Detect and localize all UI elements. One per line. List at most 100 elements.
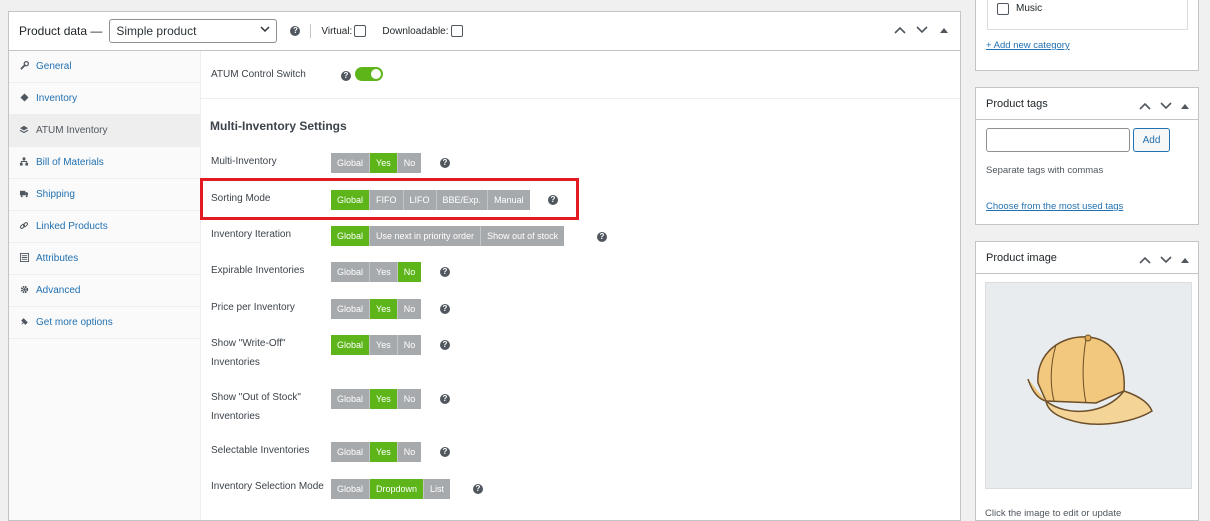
- tab-attributes[interactable]: Attributes: [9, 243, 200, 275]
- option-yes[interactable]: Yes: [370, 442, 398, 462]
- tab-label: ATUM Inventory: [36, 125, 108, 136]
- option-use-next-in-priority-order[interactable]: Use next in priority order: [370, 226, 482, 246]
- option-no[interactable]: No: [397, 335, 422, 355]
- product-tags-box: Product tags Add Separate tags with comm…: [975, 87, 1199, 225]
- option-list[interactable]: List: [424, 479, 451, 499]
- divider: [201, 98, 960, 99]
- setting-label-show-out-of-stock: Show "Out of Stock": [211, 392, 301, 403]
- option-no[interactable]: No: [397, 389, 422, 409]
- tab-atum-inventory[interactable]: ATUM Inventory: [9, 115, 200, 147]
- option-show-out-of-stock[interactable]: Show out of stock: [481, 226, 565, 246]
- option-global[interactable]: Global: [331, 335, 371, 355]
- panel-controls: [894, 24, 950, 36]
- product-image-header: Product image: [976, 242, 1198, 274]
- tab-advanced[interactable]: Advanced: [9, 275, 200, 307]
- option-no[interactable]: No: [397, 153, 422, 173]
- truck-icon: [19, 189, 29, 200]
- virtual-checkbox[interactable]: [354, 25, 367, 37]
- downloadable-option[interactable]: Downloadable:: [382, 25, 463, 37]
- downloadable-checkbox[interactable]: [450, 25, 463, 37]
- help-icon[interactable]: ?: [290, 26, 301, 36]
- option-no[interactable]: No: [397, 262, 422, 282]
- move-up-icon[interactable]: [1139, 97, 1151, 115]
- control-switch-toggle[interactable]: [355, 67, 383, 81]
- option-global[interactable]: Global: [331, 262, 371, 282]
- help-icon[interactable]: ?: [473, 484, 483, 494]
- product-type-select[interactable]: Simple product: [109, 19, 278, 43]
- move-down-icon[interactable]: [916, 24, 928, 36]
- product-data-tabs: General Inventory ATUM Inventory Bill of…: [9, 51, 201, 520]
- option-dropdown[interactable]: Dropdown: [370, 479, 425, 499]
- option-global[interactable]: Global: [331, 479, 371, 499]
- layers-icon: [19, 125, 29, 136]
- help-icon[interactable]: ?: [341, 71, 351, 81]
- product-data-title: Product data —: [19, 24, 103, 38]
- option-global[interactable]: Global: [331, 389, 371, 409]
- category-label: Music: [1016, 3, 1043, 14]
- link-icon: [19, 221, 29, 232]
- option-yes[interactable]: Yes: [370, 335, 398, 355]
- tab-label: General: [36, 61, 72, 72]
- move-up-icon[interactable]: [1139, 251, 1151, 269]
- virtual-option[interactable]: Virtual:: [321, 25, 367, 37]
- tab-inventory[interactable]: Inventory: [9, 83, 200, 115]
- category-checkbox[interactable]: [997, 3, 1009, 15]
- choose-tags-link[interactable]: Choose from the most used tags: [986, 201, 1123, 212]
- option-global[interactable]: Global: [331, 299, 371, 319]
- option-yes[interactable]: Yes: [370, 389, 398, 409]
- tab-bill-of-materials[interactable]: Bill of Materials: [9, 147, 200, 179]
- setting-label-selectable-inventories: Selectable Inventories: [211, 445, 310, 456]
- help-icon[interactable]: ?: [440, 340, 450, 350]
- list-icon: [19, 253, 29, 264]
- help-icon[interactable]: ?: [440, 394, 450, 404]
- option-global[interactable]: Global: [331, 153, 371, 173]
- setting-label-expirable-inventories: Expirable Inventories: [211, 265, 305, 276]
- tab-general[interactable]: General: [9, 51, 200, 83]
- help-icon[interactable]: ?: [440, 304, 450, 314]
- add-tag-button[interactable]: Add: [1133, 128, 1170, 152]
- box-controls: [1139, 251, 1189, 269]
- move-down-icon[interactable]: [1160, 251, 1172, 269]
- product-data-panel: Product data — Simple product ? Virtual:…: [8, 11, 961, 521]
- help-icon[interactable]: ?: [440, 267, 450, 277]
- product-image-hint: Click the image to edit or update: [985, 508, 1122, 519]
- setting-label-inventory-selection-mode: Inventory Selection Mode: [211, 481, 324, 492]
- tab-get-more-options[interactable]: Get more options: [9, 307, 200, 339]
- help-icon[interactable]: ?: [597, 232, 607, 242]
- expirable-inventories-options: Global Yes No: [331, 262, 422, 282]
- move-down-icon[interactable]: [1160, 97, 1172, 115]
- collapse-toggle-icon[interactable]: [1181, 251, 1189, 269]
- tab-label: Bill of Materials: [36, 157, 104, 168]
- section-title: Multi-Inventory Settings: [210, 119, 347, 133]
- collapse-toggle-icon[interactable]: [1181, 97, 1189, 115]
- product-image-box: Product image Click the image to edit or…: [975, 241, 1199, 521]
- tab-label: Advanced: [36, 285, 81, 296]
- tab-linked-products[interactable]: Linked Products: [9, 211, 200, 243]
- product-image-thumbnail[interactable]: [985, 282, 1192, 489]
- tab-label: Inventory: [36, 93, 78, 104]
- gear-icon: [19, 285, 29, 296]
- selectable-inventories-options: Global Yes No: [331, 442, 422, 462]
- option-global[interactable]: Global: [331, 442, 371, 462]
- move-up-icon[interactable]: [894, 24, 906, 36]
- option-yes[interactable]: Yes: [370, 262, 398, 282]
- add-new-category-link[interactable]: + Add new category: [986, 40, 1070, 51]
- tag-input[interactable]: [986, 128, 1130, 152]
- tab-label: Linked Products: [36, 221, 108, 232]
- option-yes[interactable]: Yes: [370, 299, 398, 319]
- product-categories-box: Music + Add new category: [975, 0, 1199, 71]
- option-yes[interactable]: Yes: [370, 153, 398, 173]
- option-no[interactable]: No: [397, 442, 422, 462]
- option-no[interactable]: No: [397, 299, 422, 319]
- product-tags-header: Product tags: [976, 88, 1198, 120]
- wrench-icon: [19, 61, 29, 72]
- help-icon[interactable]: ?: [440, 447, 450, 457]
- tags-hint: Separate tags with commas: [986, 165, 1104, 176]
- option-global[interactable]: Global: [331, 226, 371, 246]
- hierarchy-icon: [19, 157, 29, 168]
- downloadable-label: Downloadable:: [382, 25, 449, 37]
- help-icon[interactable]: ?: [440, 158, 450, 168]
- box-controls: [1139, 97, 1189, 115]
- tab-shipping[interactable]: Shipping: [9, 179, 200, 211]
- collapse-toggle-icon[interactable]: [938, 24, 950, 36]
